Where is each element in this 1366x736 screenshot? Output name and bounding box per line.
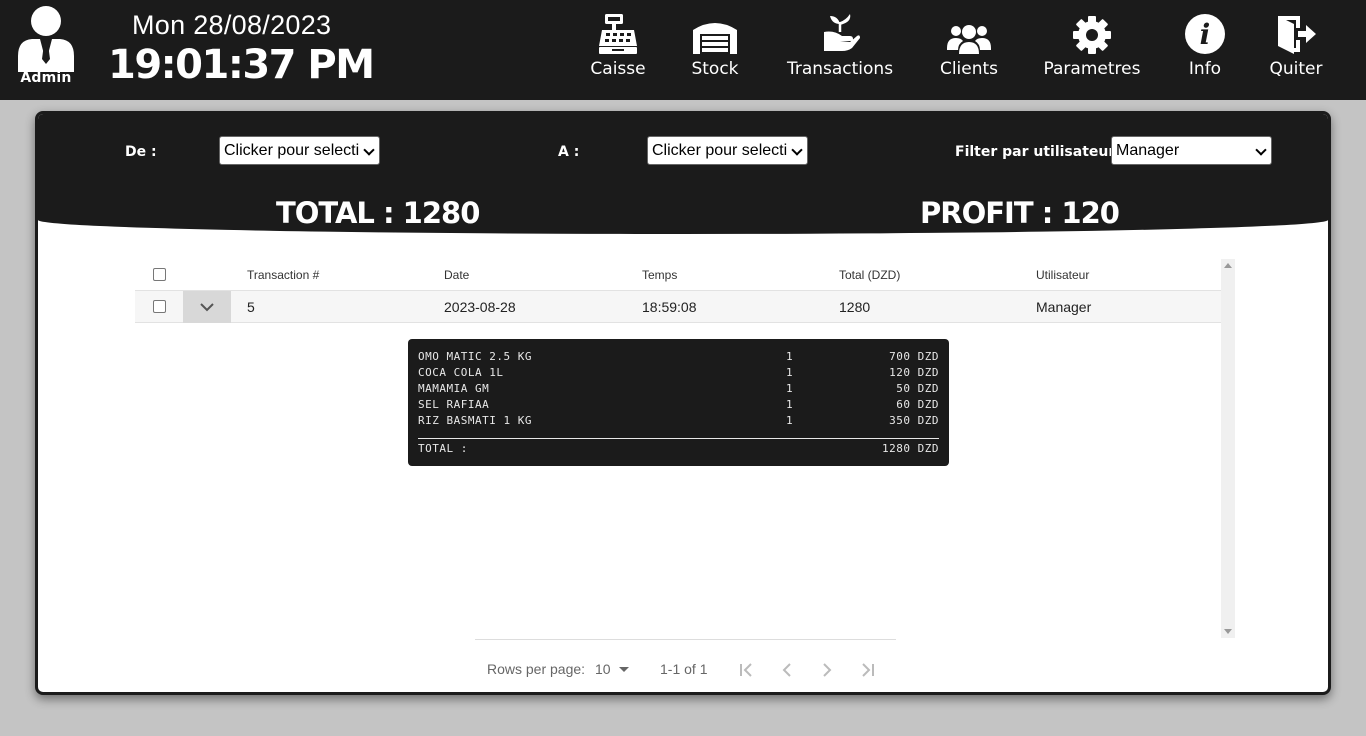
- panel-header: De : Clicker pour selecti A : Clicker po…: [38, 114, 1328, 234]
- nav-info[interactable]: i Info: [1180, 8, 1230, 92]
- receipt-item-name: OMO MATIC 2.5 KG: [418, 350, 532, 363]
- receipt-detail: OMO MATIC 2.5 KG 1 700 DZD COCA COLA 1L …: [408, 339, 949, 466]
- chevron-left-icon: [782, 663, 791, 677]
- receipt-item: SEL RAFIAA 1 60 DZD: [418, 398, 939, 414]
- nav-caisse-label: Caisse: [590, 59, 646, 79]
- nav-transactions-label: Transactions: [786, 59, 894, 79]
- chevron-down-icon: [200, 302, 214, 311]
- nav-caisse[interactable]: Caisse: [584, 8, 652, 92]
- col-temps[interactable]: Temps: [642, 259, 677, 290]
- user-profile[interactable]: Admin: [14, 4, 78, 86]
- row-expand-button[interactable]: [183, 291, 231, 323]
- receipt-item-qty: 1: [786, 366, 794, 379]
- receipt-item-price: 350 DZD: [889, 414, 939, 427]
- first-page-icon: [740, 663, 752, 677]
- receipt-total-value: 1280 DZD: [882, 442, 939, 455]
- receipt-item-qty: 1: [786, 398, 794, 411]
- last-page-button[interactable]: [857, 660, 877, 680]
- nav-stock-label: Stock: [691, 59, 739, 79]
- next-page-button[interactable]: [817, 660, 837, 680]
- col-utilisateur[interactable]: Utilisateur: [1036, 259, 1089, 290]
- row-select-checkbox[interactable]: [153, 300, 166, 313]
- pagination-footer: Rows per page: 10 1-1 of 1: [475, 639, 896, 692]
- receipt-item-price: 50 DZD: [896, 382, 939, 395]
- transactions-panel: De : Clicker pour selecti A : Clicker po…: [35, 111, 1331, 695]
- receipt-item: OMO MATIC 2.5 KG 1 700 DZD: [418, 350, 939, 366]
- from-label: De :: [125, 144, 157, 160]
- rows-per-page-label: Rows per page:: [487, 661, 586, 677]
- nav-quiter-label: Quiter: [1269, 59, 1323, 79]
- table-scrollbar[interactable]: [1221, 259, 1235, 638]
- receipt-item-name: COCA COLA 1L: [418, 366, 504, 379]
- top-bar: Admin Mon 28/08/2023 19:01:37 PM Caisse: [0, 0, 1366, 100]
- to-date-select[interactable]: Clicker pour selecti: [647, 136, 808, 165]
- previous-page-button[interactable]: [777, 660, 797, 680]
- current-date: Mon 28/08/2023: [132, 10, 332, 40]
- receipt-item-qty: 1: [786, 350, 794, 363]
- receipt-item-qty: 1: [786, 382, 794, 395]
- chevron-right-icon: [823, 663, 832, 677]
- nav-clients[interactable]: Clients: [934, 8, 1004, 92]
- receipt-item-price: 120 DZD: [889, 366, 939, 379]
- nav-info-label: Info: [1188, 59, 1222, 79]
- rows-per-page-caret-icon[interactable]: [619, 667, 629, 672]
- nav-parametres[interactable]: Parametres: [1038, 8, 1146, 92]
- receipt-item-price: 700 DZD: [889, 350, 939, 363]
- table-row[interactable]: 5 2023-08-28 18:59:08 1280 Manager: [135, 291, 1221, 323]
- exit-door-icon: [1278, 16, 1316, 54]
- transactions-table: Transaction # Date Temps Total (DZD) Uti…: [135, 259, 1221, 323]
- receipt-item: COCA COLA 1L 1 120 DZD: [418, 366, 939, 382]
- user-filter-label: Filter par utilisateur :: [955, 144, 1126, 160]
- page-range: 1-1 of 1: [660, 661, 708, 677]
- col-transaction-id[interactable]: Transaction #: [247, 259, 319, 290]
- receipt-item-name: MAMAMIA GM: [418, 382, 490, 395]
- receipt-divider: [418, 438, 939, 439]
- to-label: A :: [558, 144, 580, 160]
- nav-clients-label: Clients: [939, 59, 999, 79]
- nav-quiter[interactable]: Quiter: [1266, 8, 1326, 92]
- hand-seedling-icon: [824, 14, 860, 51]
- total-amount: TOTAL : 1280: [276, 196, 480, 230]
- users-icon: [947, 25, 991, 54]
- col-date[interactable]: Date: [444, 259, 469, 290]
- receipt-total-line: TOTAL : 1280 DZD: [418, 442, 939, 458]
- nav-stock[interactable]: Stock: [684, 8, 746, 92]
- receipt-item-price: 60 DZD: [896, 398, 939, 411]
- info-circle-icon: i: [1185, 14, 1225, 54]
- user-role-label: Admin: [20, 70, 72, 86]
- user-avatar-icon: [18, 6, 74, 72]
- receipt-item-name: RIZ BASMATI 1 KG: [418, 414, 532, 427]
- nav-parametres-label: Parametres: [1043, 59, 1141, 79]
- scroll-down-arrow-icon[interactable]: [1224, 629, 1232, 634]
- nav-transactions[interactable]: Transactions: [780, 8, 900, 92]
- user-filter-select[interactable]: Manager: [1111, 136, 1272, 165]
- rows-per-page-select[interactable]: 10: [595, 661, 611, 677]
- last-page-icon: [862, 663, 874, 677]
- table-header-row: Transaction # Date Temps Total (DZD) Uti…: [135, 259, 1221, 291]
- receipt-item-name: SEL RAFIAA: [418, 398, 490, 411]
- select-all-cell: [153, 259, 166, 290]
- first-page-button[interactable]: [737, 660, 757, 680]
- receipt-item: RIZ BASMATI 1 KG 1 350 DZD: [418, 414, 939, 430]
- receipt-item-qty: 1: [786, 414, 794, 427]
- cell-temps: 18:59:08: [642, 298, 697, 315]
- scroll-up-arrow-icon[interactable]: [1224, 263, 1232, 268]
- from-date-select[interactable]: Clicker pour selecti: [219, 136, 380, 165]
- receipt-item: MAMAMIA GM 1 50 DZD: [418, 382, 939, 398]
- svg-text:i: i: [1200, 18, 1211, 51]
- cell-transaction-id: 5: [247, 298, 255, 315]
- current-time: 19:01:37 PM: [108, 42, 375, 88]
- cash-register-icon: [599, 14, 637, 54]
- receipt-total-label: TOTAL :: [418, 442, 468, 455]
- gear-icon: [1073, 16, 1111, 54]
- cell-utilisateur: Manager: [1036, 298, 1092, 315]
- col-total[interactable]: Total (DZD): [839, 259, 900, 290]
- select-all-checkbox[interactable]: [153, 268, 166, 281]
- cell-total: 1280: [839, 298, 871, 315]
- cell-date: 2023-08-28: [444, 298, 516, 315]
- row-select-cell: [153, 291, 166, 322]
- profit-amount: PROFIT : 120: [920, 196, 1120, 230]
- warehouse-icon: [693, 23, 737, 54]
